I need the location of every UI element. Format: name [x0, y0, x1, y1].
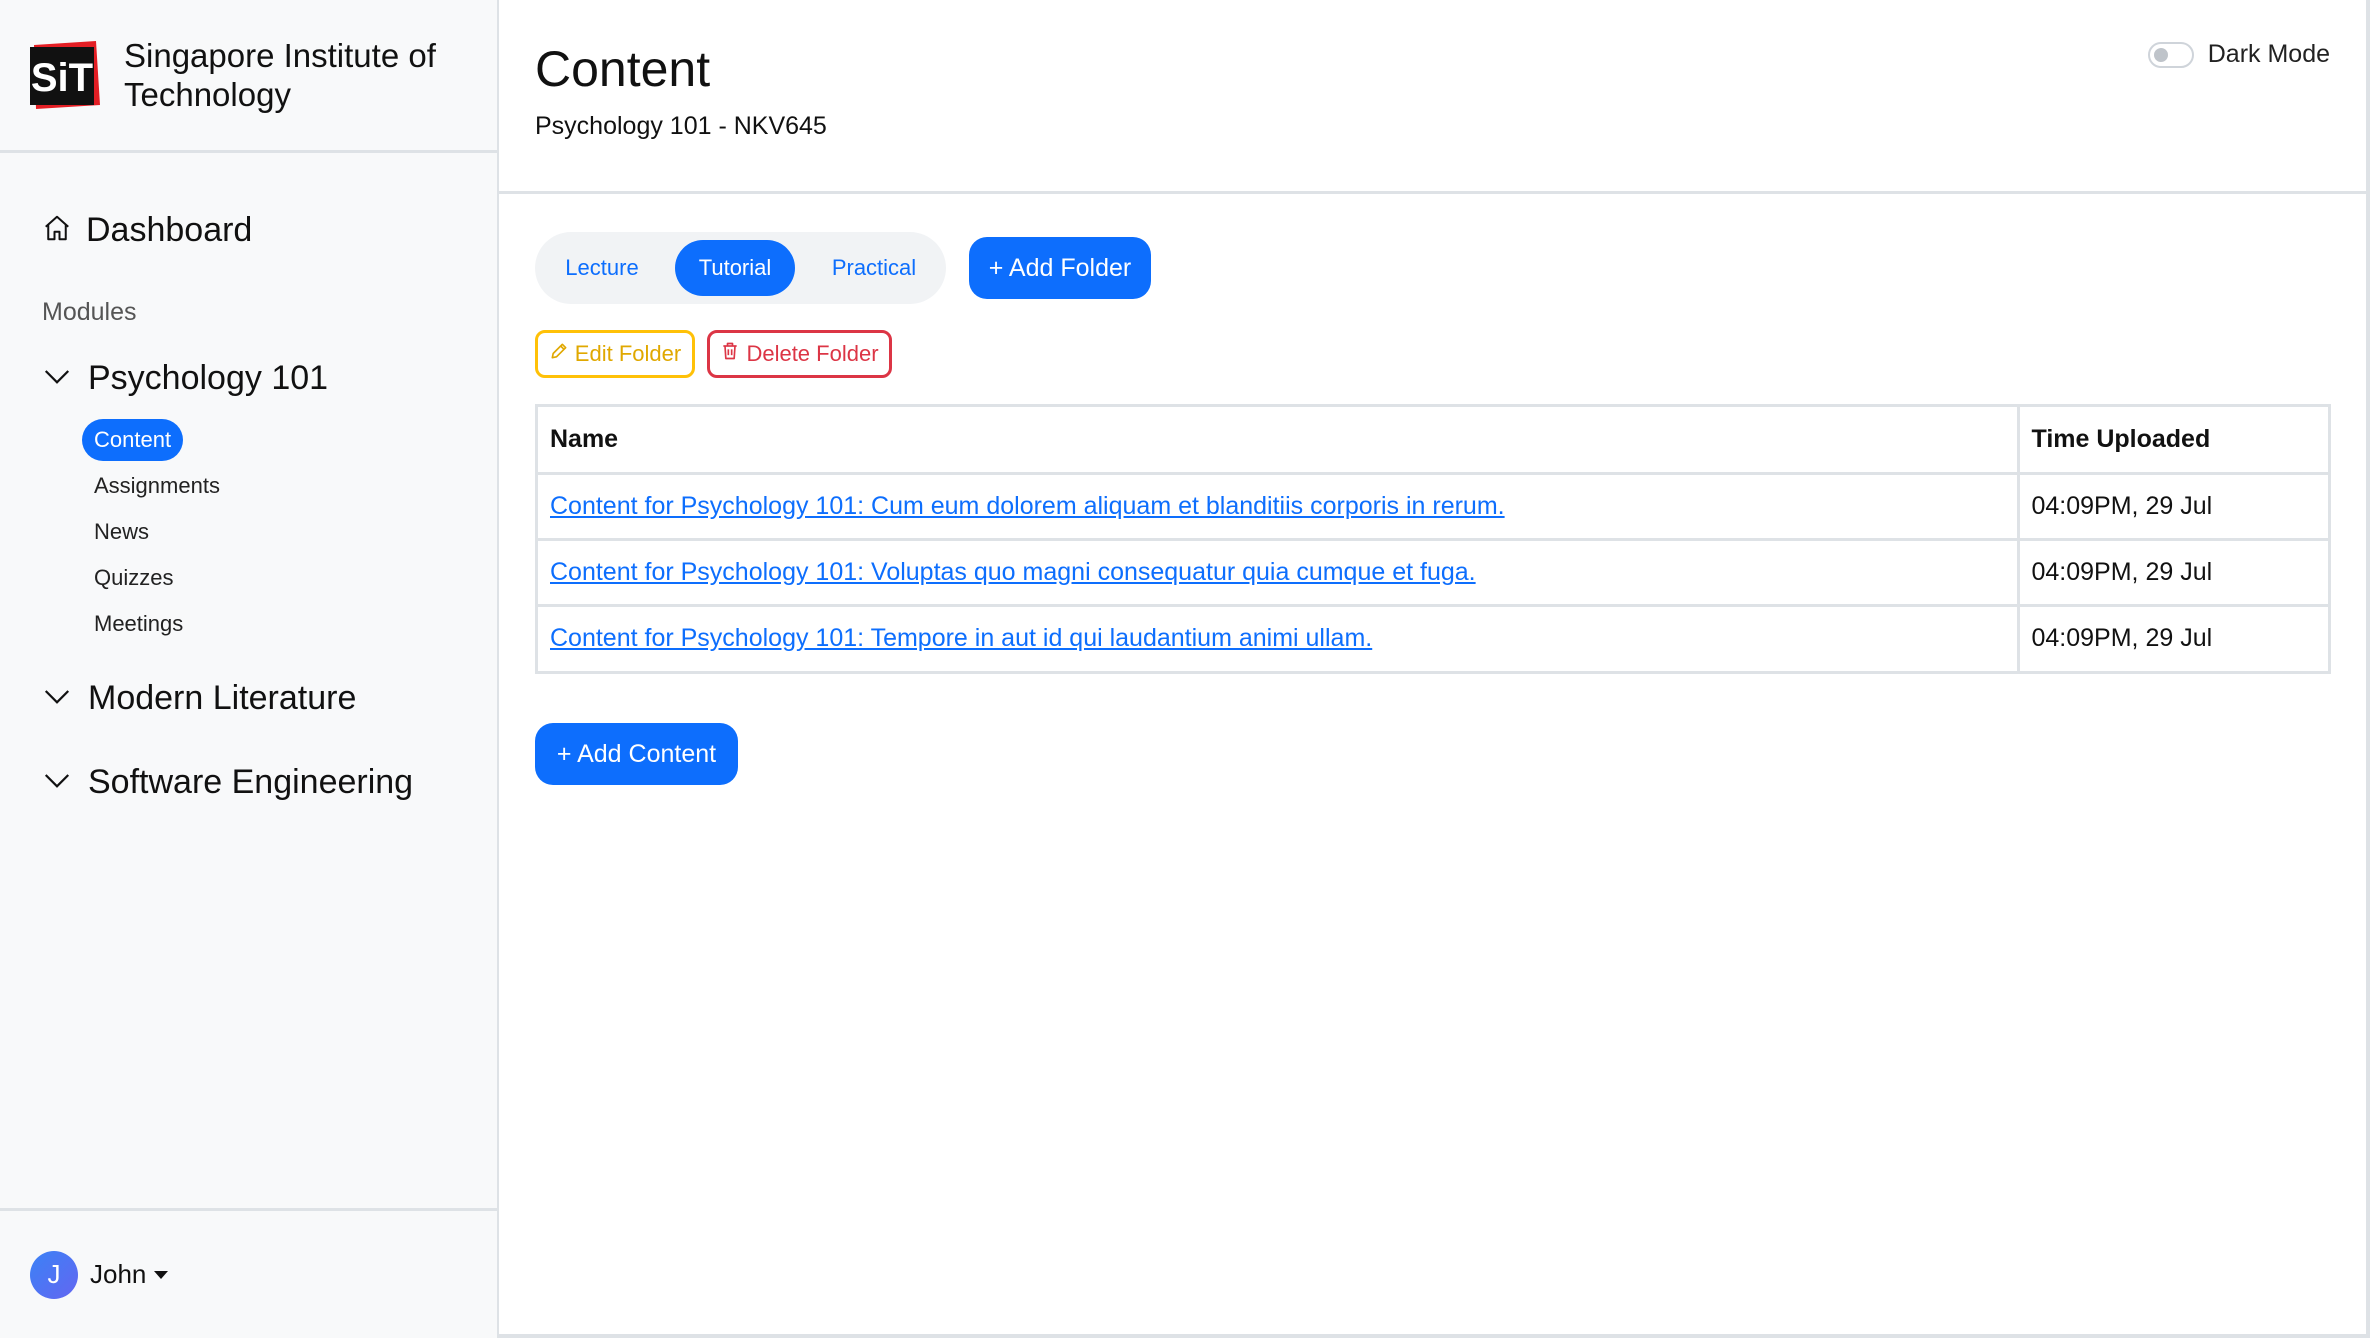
delete-folder-label: Delete Folder [746, 341, 879, 366]
window-right-border [2366, 0, 2370, 1338]
edit-folder-button[interactable]: Edit Folder [535, 330, 695, 378]
module-toggle-software-engineering[interactable]: Software Engineering [42, 760, 413, 804]
edit-folder-label: Edit Folder [574, 341, 682, 366]
table-row: Content for Psychology 101: Tempore in a… [538, 605, 2328, 671]
content-table: Name Time Uploaded Content for Psycholog… [535, 404, 2331, 674]
user-name: John [90, 1259, 147, 1289]
avatar[interactable]: J [30, 1250, 78, 1299]
module-label: Modern Literature [88, 678, 357, 717]
modules-heading: Modules [42, 298, 137, 326]
content-link[interactable]: Content for Psychology 101: Tempore in a… [550, 624, 1372, 652]
folder-tabs: Lecture Tutorial Practical [535, 232, 946, 304]
chevron-down-icon [42, 361, 72, 396]
sidebar-item-assignments[interactable]: Assignments [82, 465, 232, 507]
table-cell-name: Content for Psychology 101: Tempore in a… [538, 605, 2020, 671]
caret-down-icon [154, 1270, 169, 1279]
brand-name: Singapore Institute of Technology [124, 37, 436, 113]
user-area: J John [0, 1208, 497, 1338]
module-toggle-psychology-101[interactable]: Psychology 101 [42, 356, 328, 400]
window-bottom-border [499, 1334, 2370, 1338]
table-cell-time: 04:09PM, 29 Jul [2018, 539, 2328, 607]
chevron-down-icon [42, 765, 72, 800]
module-toggle-modern-literature[interactable]: Modern Literature [42, 676, 356, 720]
sidebar-item-news[interactable]: News [82, 511, 161, 553]
dark-mode-switch[interactable] [2147, 41, 2194, 68]
page-title: Content [535, 41, 711, 97]
column-header-time-uploaded: Time Uploaded [2018, 407, 2328, 475]
table-row: Content for Psychology 101: Cum eum dolo… [538, 473, 2328, 541]
table-header-row: Name Time Uploaded [538, 407, 2328, 475]
table-row: Content for Psychology 101: Voluptas quo… [538, 539, 2328, 607]
table-cell-name: Content for Psychology 101: Voluptas quo… [538, 539, 2020, 607]
module-label: Software Engineering [88, 762, 414, 801]
table-cell-name: Content for Psychology 101: Cum eum dolo… [538, 473, 2020, 541]
sit-logo: SiT [30, 39, 102, 111]
sidebar-item-meetings[interactable]: Meetings [82, 603, 195, 645]
page-subtitle: Psychology 101 - NKV645 [535, 112, 827, 140]
dark-mode-toggle[interactable]: Dark Mode [2147, 40, 2330, 69]
svg-text:SiT: SiT [31, 56, 93, 100]
add-folder-button[interactable]: + Add Folder [969, 237, 1151, 299]
module-label: Psychology 101 [88, 358, 329, 397]
table-cell-time: 04:09PM, 29 Jul [2031, 624, 2213, 653]
sidebar-item-content[interactable]: Content [82, 419, 184, 461]
pencil-icon [549, 341, 569, 367]
tab-practical[interactable]: Practical [813, 240, 935, 296]
add-content-button[interactable]: + Add Content [535, 723, 738, 785]
main-header: Content Psychology 101 - NKV645 Dark Mod… [499, 0, 2366, 194]
chevron-down-icon [42, 681, 72, 716]
dark-mode-label: Dark Mode [2207, 40, 2330, 68]
sidebar-item-quizzes[interactable]: Quizzes [82, 557, 185, 599]
tab-lecture[interactable]: Lecture [547, 240, 657, 296]
sidebar-item-dashboard[interactable]: Dashboard [42, 208, 252, 252]
brand[interactable]: SiT Singapore Institute of Technology [0, 0, 497, 153]
tab-tutorial[interactable]: Tutorial [675, 240, 795, 296]
trash-icon [720, 341, 740, 367]
table-cell-time: 04:09PM, 29 Jul [2018, 473, 2328, 541]
delete-folder-button[interactable]: Delete Folder [707, 330, 892, 378]
sidebar-item-label: Dashboard [86, 210, 253, 249]
user-menu-toggle[interactable]: John [90, 1259, 169, 1290]
home-icon [42, 213, 72, 248]
sidebar: SiT Singapore Institute of Technology Da… [0, 0, 499, 1338]
column-header-name: Name [538, 407, 2020, 475]
content-link[interactable]: Content for Psychology 101: Voluptas quo… [550, 558, 1476, 586]
content-link[interactable]: Content for Psychology 101: Cum eum dolo… [550, 492, 1505, 520]
